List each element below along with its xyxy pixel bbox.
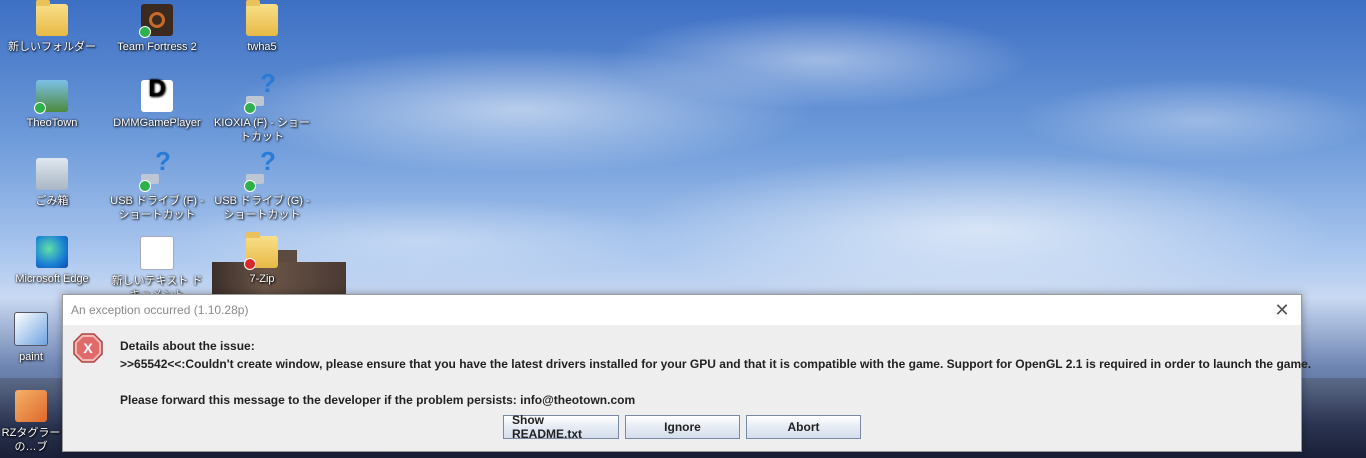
desktop-icon-usb-g-shortcut[interactable]: USB ドライブ (G) - ショートカット bbox=[213, 154, 311, 222]
show-readme-button[interactable]: Show README.txt bbox=[503, 413, 619, 441]
desktop-icon-twha5[interactable]: twha5 bbox=[213, 0, 311, 54]
desktop-icon-paint[interactable]: paint bbox=[0, 312, 62, 364]
desktop-icon-label: KIOXIA (F) - ショートカット bbox=[214, 117, 310, 143]
desktop-icon-label: USB ドライブ (F) - ショートカット bbox=[110, 195, 204, 221]
desktop-icon-label: ごみ箱 bbox=[35, 195, 69, 207]
desktop-icon-label: paint bbox=[19, 351, 43, 363]
drive-shortcut-icon bbox=[244, 154, 278, 192]
dialog-button-row: Show README.txt Ignore Abort bbox=[503, 413, 861, 441]
desktop-icon-label: USB ドライブ (G) - ショートカット bbox=[214, 195, 310, 221]
rz-icon bbox=[15, 390, 47, 422]
issue-heading: Details about the issue: bbox=[120, 339, 255, 353]
desktop-icon-usb-f-shortcut[interactable]: USB ドライブ (F) - ショートカット bbox=[108, 154, 206, 222]
desktop-icon-label: Team Fortress 2 bbox=[117, 41, 197, 53]
close-icon[interactable]: ✕ bbox=[1273, 301, 1291, 319]
desktop-icon-theotown[interactable]: TheoTown bbox=[3, 80, 101, 130]
shortcut-ok-badge-icon bbox=[139, 26, 151, 38]
shortcut-ok-badge-icon bbox=[244, 180, 256, 192]
desktop-icon-kioxia-shortcut[interactable]: KIOXIA (F) - ショートカット bbox=[213, 76, 311, 144]
svg-text:X: X bbox=[83, 340, 93, 356]
desktop-icon-label: RZタグラーの…ブ bbox=[1, 427, 61, 453]
desktop-icon-rz[interactable]: RZタグラーの…ブ bbox=[0, 390, 62, 454]
desktop-icon-microsoft-edge[interactable]: Microsoft Edge bbox=[3, 236, 101, 286]
shortcut-ok-badge-icon bbox=[34, 102, 46, 114]
drive-shortcut-icon bbox=[244, 76, 278, 114]
drive-shortcut-icon bbox=[139, 154, 173, 192]
shortcut-ok-badge-icon bbox=[139, 180, 151, 192]
desktop-icon-new-folder[interactable]: 新しいフォルダー bbox=[3, 0, 101, 54]
desktop-icon-7zip[interactable]: 7-Zip bbox=[213, 232, 311, 286]
dialog-title: An exception occurred (1.10.28p) bbox=[71, 303, 249, 317]
theotown-icon bbox=[34, 80, 68, 114]
abort-button[interactable]: Abort bbox=[746, 415, 861, 439]
desktop-icon-label: twha5 bbox=[247, 41, 277, 53]
error-badge-icon bbox=[244, 258, 256, 270]
desktop-icon-dmm-game-player[interactable]: DMMGamePlayer bbox=[108, 80, 206, 130]
error-stop-icon: X bbox=[73, 333, 103, 363]
dmm-icon bbox=[141, 80, 173, 112]
text-document-icon bbox=[140, 236, 174, 270]
folder-icon bbox=[36, 0, 68, 36]
desktop-icon-label: TheoTown bbox=[26, 117, 78, 129]
desktop-icon-new-text-document[interactable]: 新しいテキスト ドキュメント bbox=[108, 236, 206, 302]
folder-icon bbox=[244, 232, 278, 270]
shortcut-ok-badge-icon bbox=[244, 102, 256, 114]
folder-icon bbox=[246, 0, 278, 36]
desktop-icon-label: DMMGamePlayer bbox=[113, 117, 201, 129]
dialog-titlebar[interactable]: An exception occurred (1.10.28p) ✕ bbox=[63, 295, 1301, 325]
paint-icon bbox=[14, 312, 48, 346]
desktop-icon-team-fortress-2[interactable]: Team Fortress 2 bbox=[108, 4, 206, 54]
ignore-button[interactable]: Ignore bbox=[625, 415, 740, 439]
edge-icon bbox=[36, 236, 68, 268]
desktop-icon-label: 新しいフォルダー bbox=[8, 41, 96, 53]
exception-dialog: An exception occurred (1.10.28p) ✕ X Det… bbox=[62, 294, 1311, 452]
desktop-icon-label: 7-Zip bbox=[249, 273, 275, 285]
dialog-message: Details about the issue: >>65542<<:Could… bbox=[120, 337, 1311, 409]
recycle-bin-icon bbox=[36, 158, 68, 190]
desktop-icon-label: Microsoft Edge bbox=[15, 273, 89, 285]
forward-note: Please forward this message to the devel… bbox=[120, 393, 636, 407]
error-details: >>65542<<:Couldn't create window, please… bbox=[120, 357, 1312, 371]
team-fortress-icon bbox=[139, 4, 173, 38]
desktop-icon-recycle-bin[interactable]: ごみ箱 bbox=[3, 158, 101, 208]
